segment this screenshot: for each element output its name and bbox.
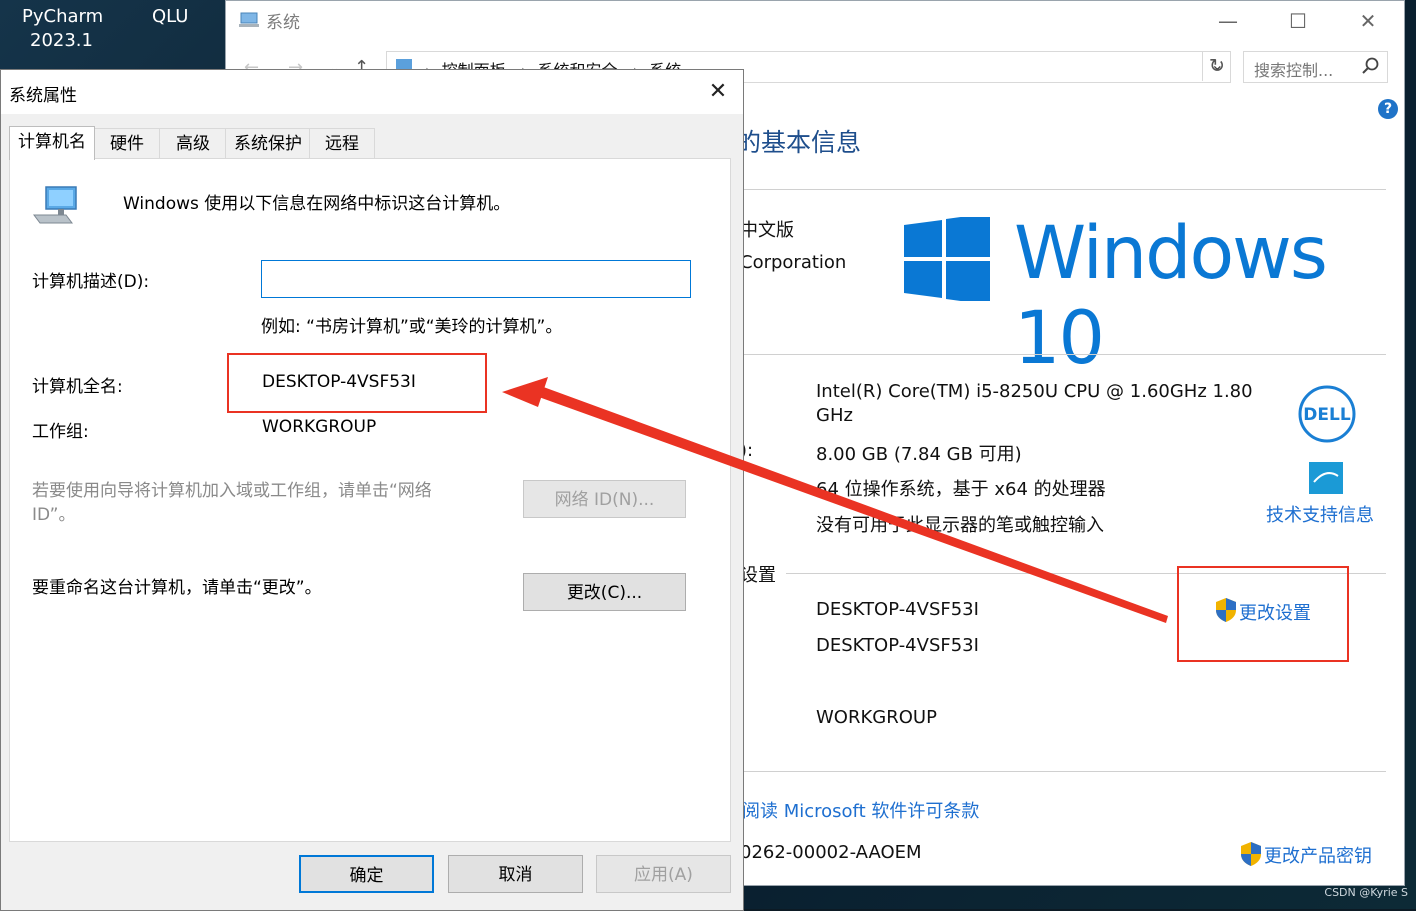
tab-hardware[interactable]: 硬件 (93, 128, 161, 159)
close-icon[interactable]: ✕ (701, 76, 735, 108)
minimize-button[interactable]: — (1208, 7, 1248, 35)
apply-button[interactable]: 应用(A) (596, 855, 731, 893)
processor-value-cont: GHz (816, 405, 853, 426)
desktop-label-pycharm[interactable]: PyCharm (22, 5, 103, 29)
ok-button[interactable]: 确定 (299, 855, 434, 893)
desktop-label-qlu[interactable]: QLU (152, 5, 188, 29)
highlight-box (227, 353, 487, 413)
system-window-title: 系统 (266, 13, 300, 33)
workgroup-label: 工作组: (32, 422, 89, 442)
rename-hint: 要重命名这台计算机，请单击“更改”。 (32, 578, 322, 598)
windows-edition: 中文版 (740, 220, 794, 241)
maximize-button[interactable]: ☐ (1278, 7, 1318, 35)
tab-system-protection[interactable]: 系统保护 (225, 128, 311, 159)
computer-name-value: DESKTOP-4VSF53I (816, 599, 979, 620)
description-example-text: 例如: “书房计算机”或“美玲的计算机”。 (261, 317, 563, 337)
desktop-label-version[interactable]: 2023.1 (30, 29, 93, 53)
ram-value: 8.00 GB (7.84 GB 可用) (816, 444, 1022, 465)
svg-text:DELL: DELL (1303, 405, 1351, 425)
system-computer-icon (239, 12, 259, 27)
close-window-button[interactable]: ✕ (1348, 7, 1388, 35)
tab-computer-name[interactable]: 计算机名 (9, 126, 95, 160)
dialog-titlebar[interactable]: 系统属性 ✕ (1, 70, 743, 114)
workgroup-value: WORKGROUP (816, 707, 937, 728)
full-computer-name-value: DESKTOP-4VSF53I (816, 635, 979, 656)
computer-description-label: 计算机描述(D): (32, 272, 150, 292)
divider (738, 354, 1386, 355)
network-id-button[interactable]: 网络 ID(N)... (523, 480, 686, 518)
uac-shield-icon (1241, 842, 1261, 866)
search-placeholder: 搜索控制... (1254, 61, 1334, 80)
divider (738, 189, 1386, 190)
search-input[interactable]: 搜索控制... (1243, 51, 1388, 83)
settings-section-label: 设置 (740, 565, 776, 586)
product-id-value: 0262-00002-AAOEM (740, 842, 922, 863)
windows-10-wordmark: Windows 10 (1014, 211, 1328, 381)
intro-text: Windows 使用以下信息在网络中标识这台计算机。 (123, 194, 511, 214)
energy-star-icon (1309, 462, 1343, 494)
system-type-value: 64 位操作系统，基于 x64 的处理器 (816, 479, 1106, 500)
cancel-button[interactable]: 取消 (448, 855, 583, 893)
dialog-title: 系统属性 (9, 86, 77, 106)
watermark: CSDN @Kyrie S (1324, 886, 1408, 899)
tab-remote[interactable]: 远程 (309, 128, 375, 159)
highlight-box (1177, 566, 1349, 662)
tab-panel-computer-name: Windows 使用以下信息在网络中标识这台计算机。 计算机描述(D): 例如:… (9, 158, 731, 842)
dell-logo-icon: DELL (1298, 385, 1356, 443)
refresh-icon[interactable]: ↻ (1202, 51, 1231, 81)
divider (738, 771, 1386, 772)
computer-icon (33, 186, 77, 224)
windows-logo-icon (904, 217, 990, 301)
change-button[interactable]: 更改(C)... (523, 573, 686, 611)
license-terms-link[interactable]: 阅读 Microsoft 软件许可条款 (742, 797, 979, 823)
system-properties-dialog: 系统属性 ✕ 计算机名 硬件 高级 系统保护 远程 Windows 使用以下信息… (0, 69, 744, 911)
processor-value: Intel(R) Core(TM) i5-8250U CPU @ 1.60GHz… (816, 381, 1253, 402)
computer-description-input[interactable] (261, 260, 691, 298)
support-info-link[interactable]: 技术支持信息 (1266, 501, 1374, 527)
copyright-text: Corporation (740, 252, 847, 273)
pen-touch-value: 没有可用于此显示器的笔或触控输入 (816, 515, 1104, 536)
help-icon[interactable]: ? (1378, 99, 1398, 119)
workgroup-value: WORKGROUP (262, 417, 377, 437)
tab-advanced[interactable]: 高级 (159, 128, 227, 159)
page-heading: 的基本信息 (736, 128, 862, 157)
search-icon[interactable] (1361, 56, 1381, 76)
network-id-hint: 若要使用向导将计算机加入域或工作组，请单击“网络 ID”。 (32, 481, 432, 525)
change-product-key-link[interactable]: 更改产品密钥 (1264, 842, 1372, 868)
full-name-label: 计算机全名: (32, 377, 123, 397)
